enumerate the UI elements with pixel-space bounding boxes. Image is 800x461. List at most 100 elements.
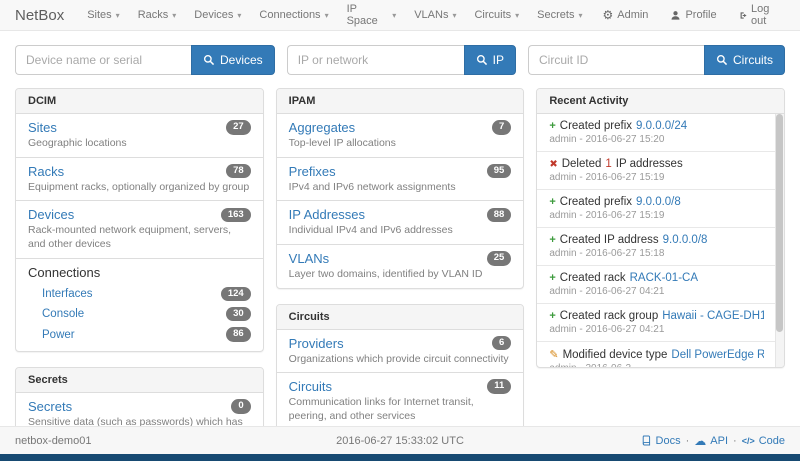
connections-title: Connections	[28, 265, 251, 280]
gear-icon: ⚙	[602, 9, 613, 21]
chevron-down-icon: ▾	[578, 11, 582, 20]
activity-item: + Created rack group Hawaii - CAGE-DH1-0…	[537, 304, 784, 342]
nav-sites[interactable]: Sites▾	[78, 0, 128, 30]
ip-addresses-link[interactable]: IP Addresses	[289, 207, 365, 222]
separator: ·	[733, 435, 737, 447]
api-link[interactable]: ☁ API	[694, 435, 728, 447]
netbox-page: NetBox Sites▾ Racks▾ Devices▾ Connection…	[0, 0, 800, 461]
activity-item: ✖ Deleted 1 IP addresses admin - 2016-06…	[537, 152, 784, 190]
admin-link[interactable]: ⚙ Admin	[591, 9, 659, 21]
connection-row: Interfaces 124	[28, 284, 251, 304]
chevron-down-icon: ▾	[116, 11, 120, 20]
docs-link[interactable]: Docs	[641, 435, 681, 447]
scrollbar[interactable]	[775, 114, 784, 367]
nav-circuits[interactable]: Circuits▾	[465, 0, 528, 30]
connection-row: Console 30	[28, 304, 251, 324]
ip-search-input[interactable]	[287, 45, 464, 75]
secrets-link[interactable]: Secrets	[28, 399, 72, 414]
count-badge: 95	[487, 164, 512, 178]
plus-icon: +	[549, 234, 555, 246]
dcim-panel: DCIM Sites 27 Geographic locations Racks…	[15, 88, 264, 352]
circuit-search-button[interactable]: Circuits	[704, 45, 785, 75]
ip-search-button[interactable]: IP	[464, 45, 516, 75]
panel-item: Racks 78 Equipment racks, optionally org…	[16, 158, 263, 202]
activity-object-link[interactable]: 9.0.0.0/8	[636, 196, 681, 208]
circuit-search-group: Circuits	[528, 45, 785, 75]
plus-icon: +	[549, 272, 555, 284]
bottom-strip	[0, 454, 800, 461]
item-description: IPv4 and IPv6 network assignments	[289, 181, 512, 195]
chevron-down-icon: ▾	[172, 11, 176, 20]
chevron-down-icon: ▾	[325, 11, 329, 20]
activity-action: Created prefix	[560, 196, 632, 208]
chevron-down-icon: ▾	[392, 11, 396, 20]
item-description: Sensitive data (such as passwords) which…	[28, 416, 251, 426]
item-description: Geographic locations	[28, 137, 251, 151]
circuits-link[interactable]: Circuits	[289, 379, 332, 394]
panel-item: Secrets 0 Sensitive data (such as passwo…	[16, 393, 263, 426]
chevron-down-icon: ▾	[515, 11, 519, 20]
vlans-link[interactable]: VLANs	[289, 251, 329, 266]
pencil-icon: ✎	[549, 348, 558, 361]
code-link[interactable]: </> Code	[742, 435, 785, 447]
profile-link[interactable]: Profile	[659, 9, 727, 21]
activity-action: Created prefix	[560, 120, 632, 132]
interfaces-link[interactable]: Interfaces	[42, 288, 93, 300]
activity-action: Deleted	[562, 158, 602, 170]
panel-item: VLANs 25 Layer two domains, identified b…	[277, 245, 524, 288]
activity-item: + Created rack RACK-01-CA admin - 2016-0…	[537, 266, 784, 304]
aggregates-link[interactable]: Aggregates	[289, 120, 356, 135]
panel-title: IPAM	[277, 89, 524, 114]
nav-secrets[interactable]: Secrets▾	[528, 0, 591, 30]
nav-vlans[interactable]: VLANs▾	[405, 0, 465, 30]
item-description: Individual IPv4 and IPv6 addresses	[289, 224, 512, 238]
panel-item: Aggregates 7 Top-level IP allocations	[277, 114, 524, 158]
activity-meta: admin - 2016-06-27 15:18	[549, 248, 764, 259]
footer-hostname: netbox-demo01	[15, 435, 91, 447]
power-link[interactable]: Power	[42, 329, 75, 341]
prefixes-link[interactable]: Prefixes	[289, 164, 336, 179]
activity-object-link[interactable]: RACK-01-CA	[630, 272, 698, 284]
activity-object-link[interactable]: Dell PowerEdge R630	[671, 349, 764, 361]
item-description: Rack-mounted network equipment, servers,…	[28, 224, 251, 251]
chevron-down-icon: ▾	[452, 11, 456, 20]
count-badge: 30	[226, 307, 251, 321]
count-badge: 11	[487, 379, 511, 393]
scrollbar-thumb[interactable]	[776, 114, 783, 332]
nav-devices[interactable]: Devices▾	[185, 0, 250, 30]
plus-icon: +	[549, 310, 555, 322]
activity-action: Created IP address	[560, 234, 659, 246]
count-badge: 7	[492, 120, 511, 134]
navbar-right: ⚙ Admin Profile Log out	[591, 3, 800, 27]
devices-link[interactable]: Devices	[28, 207, 74, 222]
search-icon	[716, 54, 728, 66]
activity-item: + Created prefix 9.0.0.0/24 admin - 2016…	[537, 114, 784, 152]
search-icon	[476, 54, 488, 66]
nav-racks[interactable]: Racks▾	[129, 0, 186, 30]
racks-link[interactable]: Racks	[28, 164, 64, 179]
nav-connections[interactable]: Connections▾	[250, 0, 337, 30]
nav-ip-space[interactable]: IP Space▾	[338, 0, 406, 30]
separator: ·	[686, 435, 690, 447]
device-search-button[interactable]: Devices	[191, 45, 275, 75]
circuits-panel: Circuits Providers 6 Organizations which…	[276, 304, 525, 426]
column-activity: Recent Activity + Created prefix 9.0.0.0…	[536, 88, 785, 426]
footer-links: Docs · ☁ API · </> Code	[641, 435, 785, 447]
sites-link[interactable]: Sites	[28, 120, 57, 135]
device-search-input[interactable]	[15, 45, 191, 75]
activity-object-link[interactable]: Hawaii - CAGE-DH1-01	[662, 310, 764, 322]
netbox-logo[interactable]: NetBox	[0, 7, 78, 24]
search-icon	[203, 54, 215, 66]
console-link[interactable]: Console	[42, 308, 84, 320]
count-badge: 78	[226, 164, 251, 178]
circuit-search-input[interactable]	[528, 45, 704, 75]
activity-object-link[interactable]: 1	[605, 158, 611, 170]
providers-link[interactable]: Providers	[289, 336, 344, 351]
activity-meta: admin - 2016-06-2	[549, 363, 764, 367]
logout-link[interactable]: Log out	[728, 3, 790, 27]
panel-item: Providers 6 Organizations which provide …	[277, 330, 524, 374]
activity-object-link[interactable]: 9.0.0.0/24	[636, 120, 687, 132]
activity-object-link[interactable]: 9.0.0.0/8	[663, 234, 708, 246]
panel-item: Sites 27 Geographic locations	[16, 114, 263, 158]
panel-item: IP Addresses 88 Individual IPv4 and IPv6…	[277, 201, 524, 245]
